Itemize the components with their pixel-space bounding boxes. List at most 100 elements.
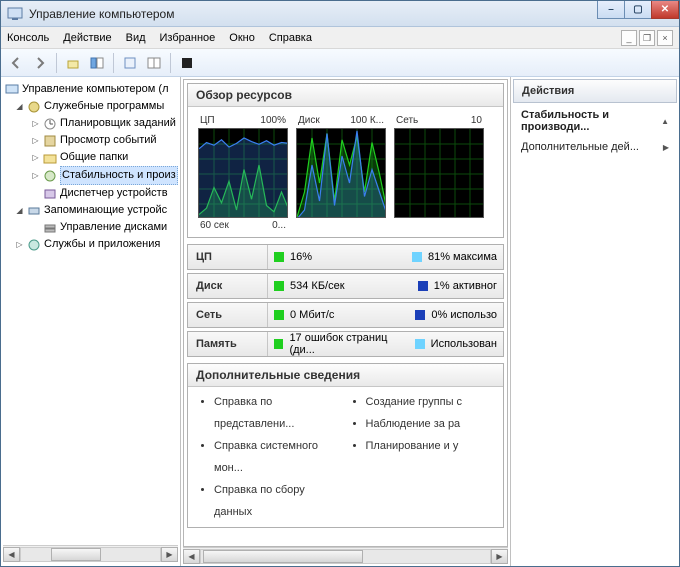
back-button[interactable] — [5, 52, 27, 74]
up-button[interactable] — [62, 52, 84, 74]
tree-storage[interactable]: ◢Запоминающие устройс — [15, 202, 178, 219]
metric-name: Диск — [188, 274, 268, 298]
scroll-right-button[interactable]: ▶ — [161, 547, 178, 562]
scroll-thumb[interactable] — [203, 550, 363, 563]
metric-value-1: 0 Мбит/с — [290, 309, 334, 321]
tree-shared[interactable]: ▷ Общие папки — [31, 149, 178, 166]
addinfo-link[interactable]: Справка системного мон... — [214, 435, 346, 479]
titlebar[interactable]: Управление компьютером – ▢ ✕ — [1, 1, 679, 27]
chart-name: Сеть — [396, 115, 418, 126]
expand-icon[interactable]: ▷ — [31, 119, 40, 128]
action-item-label: Дополнительные дей... — [521, 141, 639, 153]
content-area: Управление компьютером (л ◢ Служебные пр… — [1, 77, 679, 566]
chart-canvas — [198, 128, 288, 218]
minimize-button[interactable]: – — [597, 1, 625, 19]
menu-restore-button[interactable]: ❐ — [639, 30, 655, 46]
addinfo-title: Дополнительные сведения — [188, 364, 503, 387]
addinfo-panel: Дополнительные сведения Справка по предс… — [187, 363, 504, 528]
tree-disks[interactable]: Управление дисками — [31, 219, 178, 236]
metric-value-2: 1% активног — [434, 280, 497, 292]
chart-canvas — [394, 128, 484, 218]
menu-view[interactable]: Вид — [126, 32, 146, 44]
scroll-right-button[interactable]: ▶ — [491, 549, 508, 564]
spacer — [31, 189, 40, 198]
tree-disks-label: Управление дисками — [60, 219, 167, 236]
color-swatch-icon — [412, 252, 422, 262]
menubar: Консоль Действие Вид Избранное Окно Спра… — [1, 27, 679, 49]
tree-root-label: Управление компьютером (л — [22, 81, 169, 98]
expand-icon[interactable]: ▷ — [31, 153, 40, 162]
tree-pane: Управление компьютером (л ◢ Служебные пр… — [1, 77, 181, 566]
forward-button[interactable] — [29, 52, 51, 74]
app-icon — [7, 6, 23, 22]
collapse-icon[interactable]: ◢ — [15, 206, 24, 215]
menu-favorites[interactable]: Избранное — [160, 32, 216, 44]
metric-value-1: 16% — [290, 251, 312, 263]
tree-services[interactable]: ▷Службы и приложения — [15, 236, 178, 253]
events-icon — [43, 134, 57, 148]
menu-close-button[interactable]: × — [657, 30, 673, 46]
collapse-icon[interactable]: ◢ — [15, 102, 24, 111]
color-swatch-icon — [274, 310, 284, 320]
scroll-left-button[interactable]: ◀ — [183, 549, 200, 564]
metric-net[interactable]: Сеть 0 Мбит/с 0% использо — [187, 302, 504, 328]
chart-xright: 0... — [272, 220, 286, 231]
action-item-perf[interactable]: Стабильность и производи... ▲ — [511, 105, 679, 137]
expand-icon[interactable]: ▷ — [15, 240, 24, 249]
tree-tools[interactable]: ◢ Служебные программы — [15, 98, 178, 115]
metric-name: Сеть — [188, 303, 268, 327]
disks-icon — [43, 221, 57, 235]
split-button[interactable] — [143, 52, 165, 74]
tree-events-label: Просмотр событий — [60, 132, 157, 149]
nav-tree[interactable]: Управление компьютером (л ◢ Служебные пр… — [3, 81, 178, 545]
addinfo-link[interactable]: Наблюдение за ра — [366, 413, 498, 435]
menu-action[interactable]: Действие — [63, 32, 111, 44]
show-hide-button[interactable] — [86, 52, 108, 74]
addinfo-link[interactable]: Создание группы с — [366, 391, 498, 413]
chart-name: ЦП — [200, 115, 215, 126]
actions-pane: Действия Стабильность и производи... ▲ Д… — [511, 77, 679, 566]
menu-help[interactable]: Справка — [269, 32, 312, 44]
color-swatch-icon — [274, 339, 283, 349]
action-item-more[interactable]: Дополнительные дей... ▶ — [511, 137, 679, 157]
services-icon — [27, 238, 41, 252]
storage-icon — [27, 204, 41, 218]
tree-devmgr[interactable]: Диспетчер устройств — [31, 185, 178, 202]
stop-button[interactable] — [176, 52, 198, 74]
metric-value-2: 0% использо — [431, 309, 497, 321]
maximize-button[interactable]: ▢ — [624, 1, 652, 19]
menu-window[interactable]: Окно — [229, 32, 255, 44]
tree-shared-label: Общие папки — [60, 149, 128, 166]
tree-hscroll[interactable]: ◀ ▶ — [3, 545, 178, 562]
addinfo-link[interactable]: Справка по сбору данных — [214, 479, 346, 523]
tree-perf[interactable]: ▷ Стабильность и произ — [31, 166, 178, 185]
expand-icon[interactable]: ▷ — [31, 136, 40, 145]
metric-mem[interactable]: Память17 ошибок страниц (ди...Использова… — [187, 331, 504, 357]
expand-icon[interactable]: ▷ — [31, 171, 40, 180]
tree-scheduler[interactable]: ▷Планировщик заданий — [31, 115, 178, 132]
scroll-thumb[interactable] — [51, 548, 101, 561]
addinfo-link[interactable]: Справка по представлени... — [214, 391, 346, 435]
overview-title: Обзор ресурсов — [188, 84, 503, 107]
center-hscroll[interactable]: ◀ ▶ — [183, 547, 508, 564]
overview-panel: Обзор ресурсов ЦП100%60 сек0...Диск100 К… — [187, 83, 504, 238]
metric-disk[interactable]: Диск534 КБ/сек1% активног — [187, 273, 504, 299]
color-swatch-icon — [415, 339, 425, 349]
scroll-left-button[interactable]: ◀ — [3, 547, 20, 562]
menu-console[interactable]: Консоль — [7, 32, 49, 44]
tree-devmgr-label: Диспетчер устройств — [60, 185, 168, 202]
tree-perf-label: Стабильность и произ — [60, 166, 178, 185]
menu-minimize-button[interactable]: _ — [621, 30, 637, 46]
tools-icon — [27, 100, 41, 114]
perf-icon — [43, 169, 57, 183]
metric-value-2: Использован — [431, 338, 497, 350]
close-button[interactable]: ✕ — [651, 1, 679, 19]
addinfo-link[interactable]: Планирование и у — [366, 435, 498, 457]
properties-button[interactable] — [119, 52, 141, 74]
center-pane: Обзор ресурсов ЦП100%60 сек0...Диск100 К… — [181, 77, 511, 566]
window-title: Управление компьютером — [29, 7, 174, 21]
chart-Диск: Диск100 К... — [296, 115, 386, 231]
metric-cpu[interactable]: ЦП16%81% максима — [187, 244, 504, 270]
tree-root[interactable]: Управление компьютером (л — [5, 81, 178, 98]
tree-events[interactable]: ▷ Просмотр событий — [31, 132, 178, 149]
